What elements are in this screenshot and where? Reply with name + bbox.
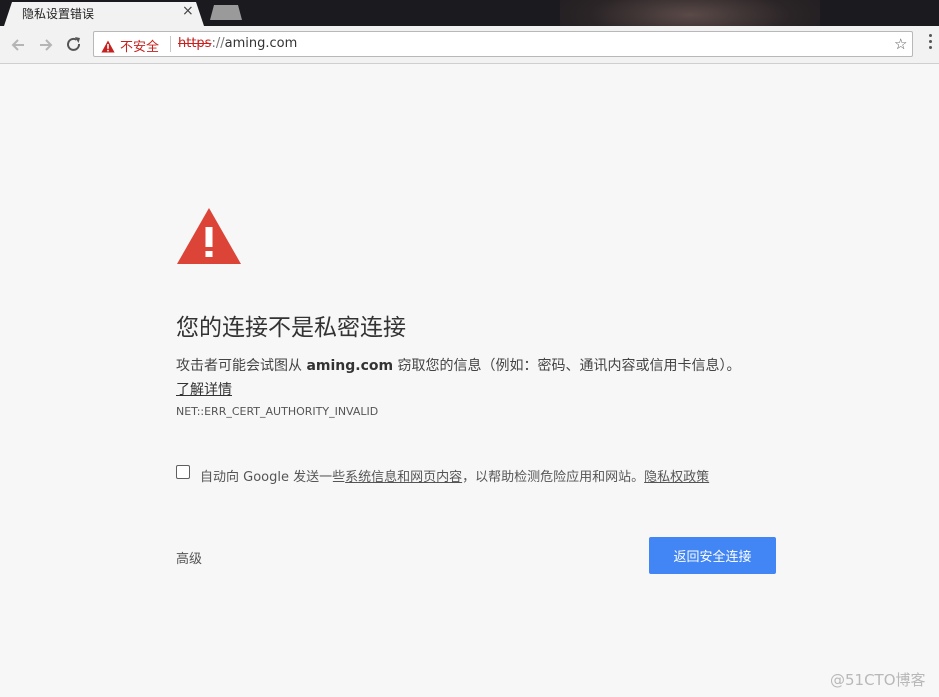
description-host: aming.com [306,358,394,374]
url-host: aming.com [224,36,298,51]
wallpaper-glow [560,0,820,26]
url-separator: :// [211,36,225,51]
opt-in-text: 自动向 Google 发送一些系统信息和网页内容，以帮助检测危险应用和网站。隐私… [200,466,709,485]
url-scheme: https [178,36,212,51]
address-bar[interactable]: 不安全 https://aming.com ☆ [93,31,913,57]
browser-toolbar: 不安全 https://aming.com ☆ [0,26,939,64]
page-title: 您的连接不是私密连接 [176,315,406,341]
tab-title: 隐私设置错误 [22,7,95,21]
error-description: 攻击者可能会试图从 aming.com 窃取您的信息（例如：密码、通讯内容或信用… [176,355,741,375]
privacy-policy-link[interactable]: 隐私权政策 [644,470,709,485]
reload-icon[interactable] [64,35,84,55]
learn-more-link[interactable]: 了解详情 [176,379,232,399]
back-arrow-icon[interactable] [8,35,28,55]
url-text[interactable]: https://aming.com [178,36,297,51]
more-vertical-icon[interactable] [928,34,934,54]
opt-in-prefix: 自动向 Google 发送一些 [200,470,346,485]
watermark: @51CTO博客 [830,671,926,689]
tab-close-icon[interactable]: × [182,3,194,19]
system-info-link[interactable]: 系统信息和网页内容 [345,470,462,485]
warning-small-icon[interactable] [101,38,115,57]
not-secure-label[interactable]: 不安全 [120,36,159,55]
advanced-button[interactable]: 高级 [176,548,202,567]
send-report-checkbox[interactable] [176,465,190,479]
description-suffix: 窃取您的信息（例如：密码、通讯内容或信用卡信息）。 [393,358,741,374]
forward-arrow-icon[interactable] [36,35,56,55]
opt-in-middle: ，以帮助检测危险应用和网站。 [462,470,645,485]
new-tab-button[interactable] [210,5,242,20]
error-code: NET::ERR_CERT_AUTHORITY_INVALID [176,405,379,418]
browser-title-bar: 隐私设置错误 × [0,0,939,26]
warning-triangle-icon [176,207,242,269]
back-to-safety-button[interactable]: 返回安全连接 [649,537,776,574]
star-icon[interactable]: ☆ [894,35,907,53]
omnibox-divider [170,36,171,52]
interstitial-page: 您的连接不是私密连接 攻击者可能会试图从 aming.com 窃取您的信息（例如… [0,64,939,697]
description-prefix: 攻击者可能会试图从 [176,358,307,374]
